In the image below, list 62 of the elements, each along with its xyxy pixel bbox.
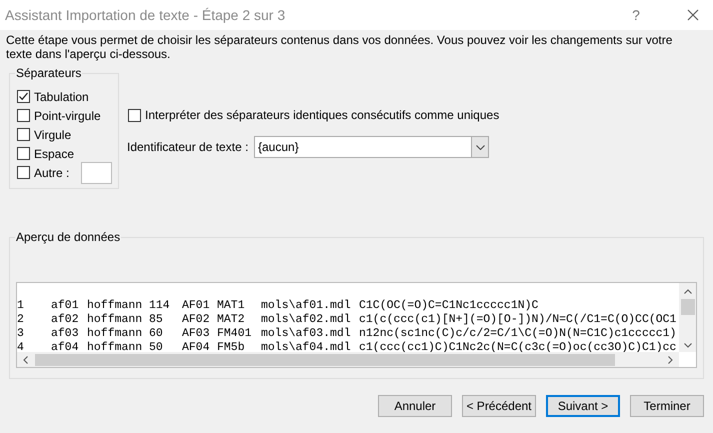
preview-cell-text: 1 — [17, 299, 25, 313]
preview-cell-text: 4 — [17, 341, 25, 352]
preview-cell-text: 60 — [149, 327, 164, 341]
preview-cell-text: C1C(OC(=O)C=C1Nc1ccccc1N)C — [359, 299, 540, 313]
qualifier-dropdown[interactable]: {aucun} — [254, 136, 489, 158]
preview-cell-text: hoffmann — [87, 299, 144, 313]
preview-cell-text: af02 — [51, 313, 80, 327]
checkbox-label[interactable]: Espace — [34, 144, 74, 162]
checkbox[interactable] — [17, 147, 30, 160]
checkbox-label[interactable]: Interpréter des séparateurs identiques consécutifs comme uniques — [145, 106, 500, 124]
dialog-button[interactable]: Terminer — [630, 395, 704, 417]
preview-cell-text: c1(c(ccc(c1)[N+](=O)[O-])N)/N=C(/C1=C(O)CC(OC1 — [359, 313, 678, 327]
help-button[interactable]: ? — [621, 0, 651, 30]
description: Cette étape vous permet de choisir les séparateurs contenus dans vos données. Vous pouvez voir les changements sur votre texte dans l'aperçu ci-dessous. — [5, 32, 674, 61]
preview-cell-text: 3 — [17, 327, 25, 341]
preview-cell-text: AF03 — [182, 327, 211, 341]
preview-cell-text: hoffmann — [87, 313, 144, 327]
preview-cell-text: mols\af04.mdl — [261, 341, 352, 352]
preview-cell-text: hoffmann — [87, 341, 144, 352]
checkbox[interactable] — [17, 128, 30, 141]
preview-title: Aperçu de données — [15, 230, 122, 244]
checkbox-label[interactable]: Point-virgule — [34, 106, 101, 124]
horizontal-scrollbar[interactable] — [17, 352, 679, 367]
scroll-thumb[interactable] — [35, 354, 615, 366]
preview-cell-text: 50 — [149, 341, 164, 352]
preview-cell-text: 2 — [17, 313, 25, 327]
preview-cell-text: af03 — [51, 327, 80, 341]
checkbox[interactable] — [17, 109, 30, 122]
check-icon — [18, 91, 29, 102]
preview-cell-text: hoffmann — [87, 327, 144, 341]
checkbox[interactable] — [17, 166, 30, 179]
scroll-thumb[interactable] — [680, 299, 694, 315]
preview-cell-text: MAT1 — [217, 299, 246, 313]
close-icon — [687, 9, 699, 21]
checkbox[interactable] — [128, 108, 141, 122]
preview-cell-text: AF01 — [182, 299, 211, 313]
preview-cell-text: AF04 — [182, 341, 211, 352]
preview-cell-text: FM401 — [217, 327, 253, 341]
checkbox-label[interactable]: Autre : — [34, 164, 70, 182]
preview-cell-text: FM5b — [217, 341, 246, 352]
dialog-button[interactable]: Annuler — [378, 395, 452, 417]
preview-cell-text: n12nc(sc1nc(C)c/c/2=C/1\C(=O)N(N=C1C)c1ccccc1) — [359, 327, 678, 341]
preview-cell-text: mols\af02.mdl — [261, 313, 352, 327]
checkbox[interactable] — [17, 90, 30, 103]
preview-cell-text: af04 — [51, 341, 80, 352]
dialog-button[interactable]: Suivant > — [546, 395, 620, 417]
preview-cell-text: 85 — [149, 313, 164, 327]
preview-cell-text: mols\af03.mdl — [261, 327, 352, 341]
preview-cell-text: 114 — [149, 299, 171, 313]
chevron-down-icon — [476, 144, 484, 150]
preview-cell-text: mols\af01.mdl — [261, 299, 352, 313]
preview-cell-text: AF02 — [182, 313, 211, 327]
vertical-scrollbar[interactable] — [679, 283, 696, 352]
checkbox-label[interactable]: Tabulation — [34, 88, 89, 106]
group-title: Séparateurs — [15, 66, 82, 80]
preview-cell-text: af01 — [51, 299, 80, 313]
field-label: Identificateur de texte : — [127, 139, 250, 156]
dialog-button[interactable]: < Précédent — [462, 395, 536, 417]
other-input[interactable] — [81, 162, 112, 184]
checkbox-label[interactable]: Virgule — [34, 126, 72, 144]
window-title: Assistant Importation de texte - Étape 2 sur 3 — [5, 6, 286, 25]
preview-cell-text: MAT2 — [217, 313, 246, 327]
